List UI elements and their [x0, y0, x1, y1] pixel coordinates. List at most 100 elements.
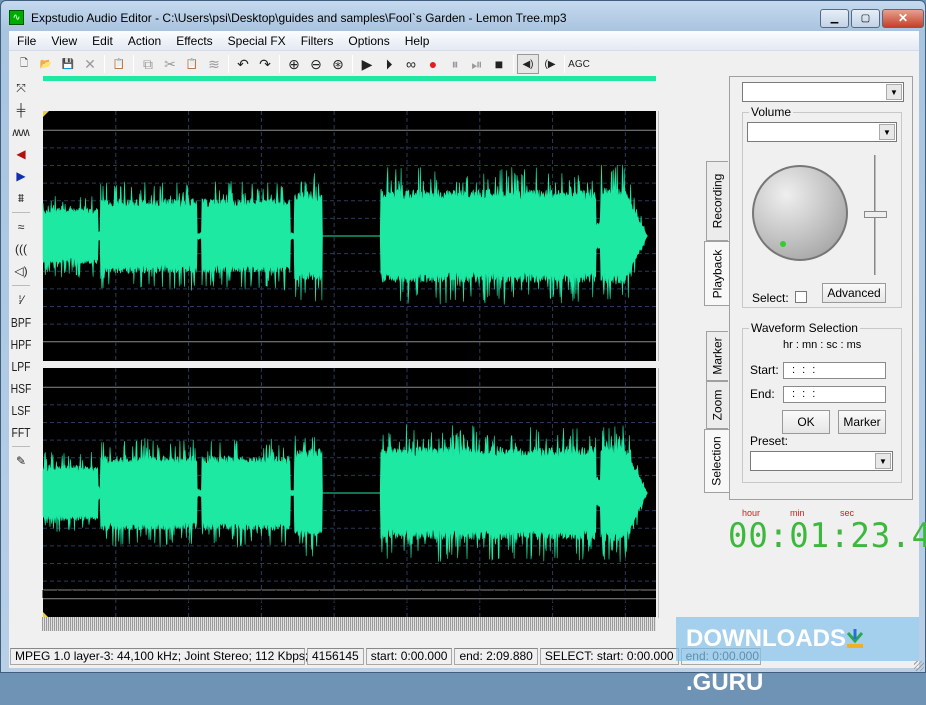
x-tick-label: 4000000: [604, 599, 647, 611]
lpf-button[interactable]: LPF: [11, 355, 30, 377]
zoom-full-button[interactable]: ⊛: [327, 54, 349, 74]
noise-icon[interactable]: ʍʍ: [9, 121, 33, 143]
play-selection-button[interactable]: ⏵: [378, 54, 400, 74]
menu-options[interactable]: Options: [348, 31, 389, 49]
new-file-icon: 🗋: [20, 56, 28, 73]
step-forward-button[interactable]: ⏯: [466, 54, 488, 74]
record-button[interactable]: ●: [422, 54, 444, 74]
right-channel-button[interactable]: (▶: [539, 54, 561, 74]
fft-button[interactable]: FFT: [11, 421, 30, 443]
x-tick-label: 1000000: [167, 599, 210, 611]
chorus-icon[interactable]: ◁): [9, 260, 33, 282]
menu-file[interactable]: File: [17, 31, 36, 49]
tab-marker[interactable]: Marker: [706, 331, 728, 381]
redo-button[interactable]: ↷: [254, 54, 276, 74]
edit-text-icon[interactable]: ✎: [9, 450, 33, 472]
x-tick-label: 1500000: [240, 599, 283, 611]
step-forward-icon: ⏯: [471, 56, 482, 73]
left-channel-button[interactable]: ◀): [517, 54, 539, 74]
fade-in-icon[interactable]: ◀: [9, 143, 33, 165]
menu-special-fx[interactable]: Special FX: [228, 31, 286, 49]
zoom-in-icon: ⊕: [288, 56, 300, 73]
zoom-in-button[interactable]: ⊕: [283, 54, 305, 74]
time-format-label: hr : mn : sc : ms: [783, 339, 861, 351]
close-button[interactable]: ✕: [882, 9, 924, 28]
normalize-icon[interactable]: ⩩: [9, 187, 33, 209]
undo-button[interactable]: ↶: [232, 54, 254, 74]
mix-paste-button[interactable]: ≋: [203, 54, 225, 74]
menu-filters[interactable]: Filters: [301, 31, 334, 49]
menu-bar: File View Edit Action Effects Special FX Filte…: [9, 31, 919, 51]
menu-effects[interactable]: Effects: [176, 31, 212, 49]
preset-combo[interactable]: ▼: [750, 451, 893, 471]
advanced-button[interactable]: Advanced: [822, 283, 886, 303]
waveform-canvas[interactable]: 3000025000200001500010000500005000100001…: [39, 76, 659, 621]
volume-knob[interactable]: [752, 165, 848, 261]
new-file-button[interactable]: 🗋: [13, 54, 35, 74]
pause-icon: ⏸: [452, 56, 459, 73]
toolbar-separator: [279, 55, 280, 73]
status-end: end: 2:09.880: [454, 648, 537, 665]
start-time-field[interactable]: : : :: [783, 362, 886, 379]
chevron-down-icon[interactable]: ▼: [875, 453, 891, 469]
chevron-down-icon[interactable]: ▼: [879, 124, 895, 140]
play-button[interactable]: ▶: [356, 54, 378, 74]
volume-combo[interactable]: ▼: [747, 122, 897, 142]
marker-button[interactable]: Marker: [838, 410, 886, 434]
ok-button[interactable]: OK: [782, 410, 830, 434]
play-icon: ▶: [362, 56, 373, 73]
tab-selection[interactable]: Selection: [704, 429, 729, 493]
end-time-field[interactable]: : : :: [783, 386, 886, 403]
save-button[interactable]: 💾: [57, 54, 79, 74]
reverb-icon[interactable]: (((: [9, 238, 33, 260]
hpf-button[interactable]: HPF: [11, 333, 30, 355]
redo-icon: ↷: [259, 56, 271, 73]
horizontal-scrollbar[interactable]: [42, 617, 656, 631]
open-folder-button[interactable]: 📂: [35, 54, 57, 74]
minimize-button[interactable]: ▁: [820, 9, 849, 28]
end-label: End:: [750, 387, 775, 401]
agc-icon: AGC: [568, 59, 590, 70]
maximize-button[interactable]: ▢: [851, 9, 880, 28]
properties-icon: 📋: [113, 59, 125, 70]
hsf-button[interactable]: HSF: [11, 377, 30, 399]
fit-icon[interactable]: ⤧: [9, 77, 33, 99]
volume-slider-thumb[interactable]: [864, 211, 887, 218]
resize-grip[interactable]: [914, 661, 924, 671]
agc-button[interactable]: AGC: [568, 54, 590, 74]
play-selection-icon: ⏵: [386, 56, 393, 73]
menu-action[interactable]: Action: [128, 31, 161, 49]
menu-view[interactable]: View: [51, 31, 77, 49]
cut-button[interactable]: ✂: [159, 54, 181, 74]
toolbar-separator: [104, 55, 105, 73]
device-combo[interactable]: ▼: [742, 82, 904, 102]
loop-button[interactable]: ∞: [400, 54, 422, 74]
marker-split-icon[interactable]: ╪: [9, 99, 33, 121]
tab-zoom[interactable]: Zoom: [706, 381, 728, 429]
chevron-down-icon[interactable]: ▼: [886, 84, 902, 100]
waveform-view[interactable]: 3000025000200001500010000500005000100001…: [39, 76, 659, 606]
tab-recording[interactable]: Recording: [706, 161, 728, 241]
bpf-button[interactable]: BPF: [11, 311, 30, 333]
echo-icon[interactable]: ≈: [9, 216, 33, 238]
select-checkbox[interactable]: [795, 291, 807, 303]
fade-out-icon[interactable]: ▶: [9, 165, 33, 187]
close-file-button[interactable]: ✕: [79, 54, 101, 74]
watermark-text-right: .GURU: [686, 669, 763, 696]
tab-playback[interactable]: Playback: [704, 241, 729, 306]
properties-button[interactable]: 📋: [108, 54, 130, 74]
zoom-out-button[interactable]: ⊖: [305, 54, 327, 74]
stop-icon: ■: [495, 56, 503, 72]
stop-button[interactable]: ■: [488, 54, 510, 74]
menu-edit[interactable]: Edit: [92, 31, 113, 49]
toolbar-separator: [352, 55, 353, 73]
lsf-button[interactable]: LSF: [11, 399, 30, 421]
eq-icon[interactable]: ⁞⁄: [9, 289, 33, 311]
mix-paste-icon: ≋: [208, 56, 220, 73]
knob-indicator: [780, 241, 786, 247]
copy-button[interactable]: ⧉: [137, 54, 159, 74]
paste-button[interactable]: 📋: [181, 54, 203, 74]
window-title: Expstudio Audio Editor - C:\Users\psi\De…: [31, 11, 567, 25]
pause-button[interactable]: ⏸: [444, 54, 466, 74]
menu-help[interactable]: Help: [405, 31, 430, 49]
